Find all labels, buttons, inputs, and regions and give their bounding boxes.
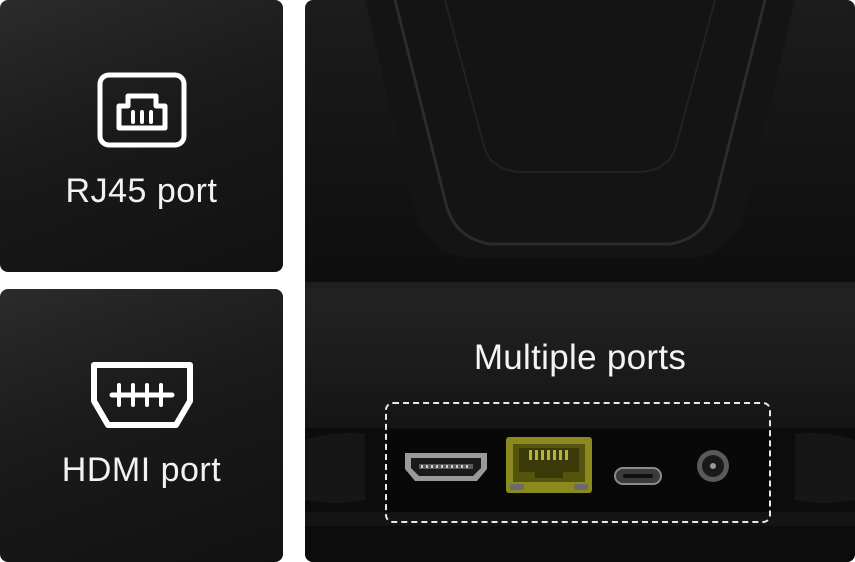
hdmi-connector-icon	[405, 453, 487, 481]
multiple-ports-title: Multiple ports	[473, 338, 687, 377]
rj45-feature-card: RJ45 port	[0, 0, 283, 272]
rj45-card-label: RJ45 port	[65, 172, 218, 210]
dc-jack-icon	[697, 450, 729, 482]
hdmi-card-label: HDMI port	[61, 451, 222, 489]
hdmi-feature-card: HDMI port	[0, 289, 283, 562]
ethernet-jack-icon	[506, 437, 592, 493]
product-ports-card: Multiple ports	[305, 0, 855, 562]
rj45-port-icon	[97, 72, 186, 148]
usb-c-icon	[614, 467, 662, 485]
hdmi-port-icon	[90, 362, 193, 428]
